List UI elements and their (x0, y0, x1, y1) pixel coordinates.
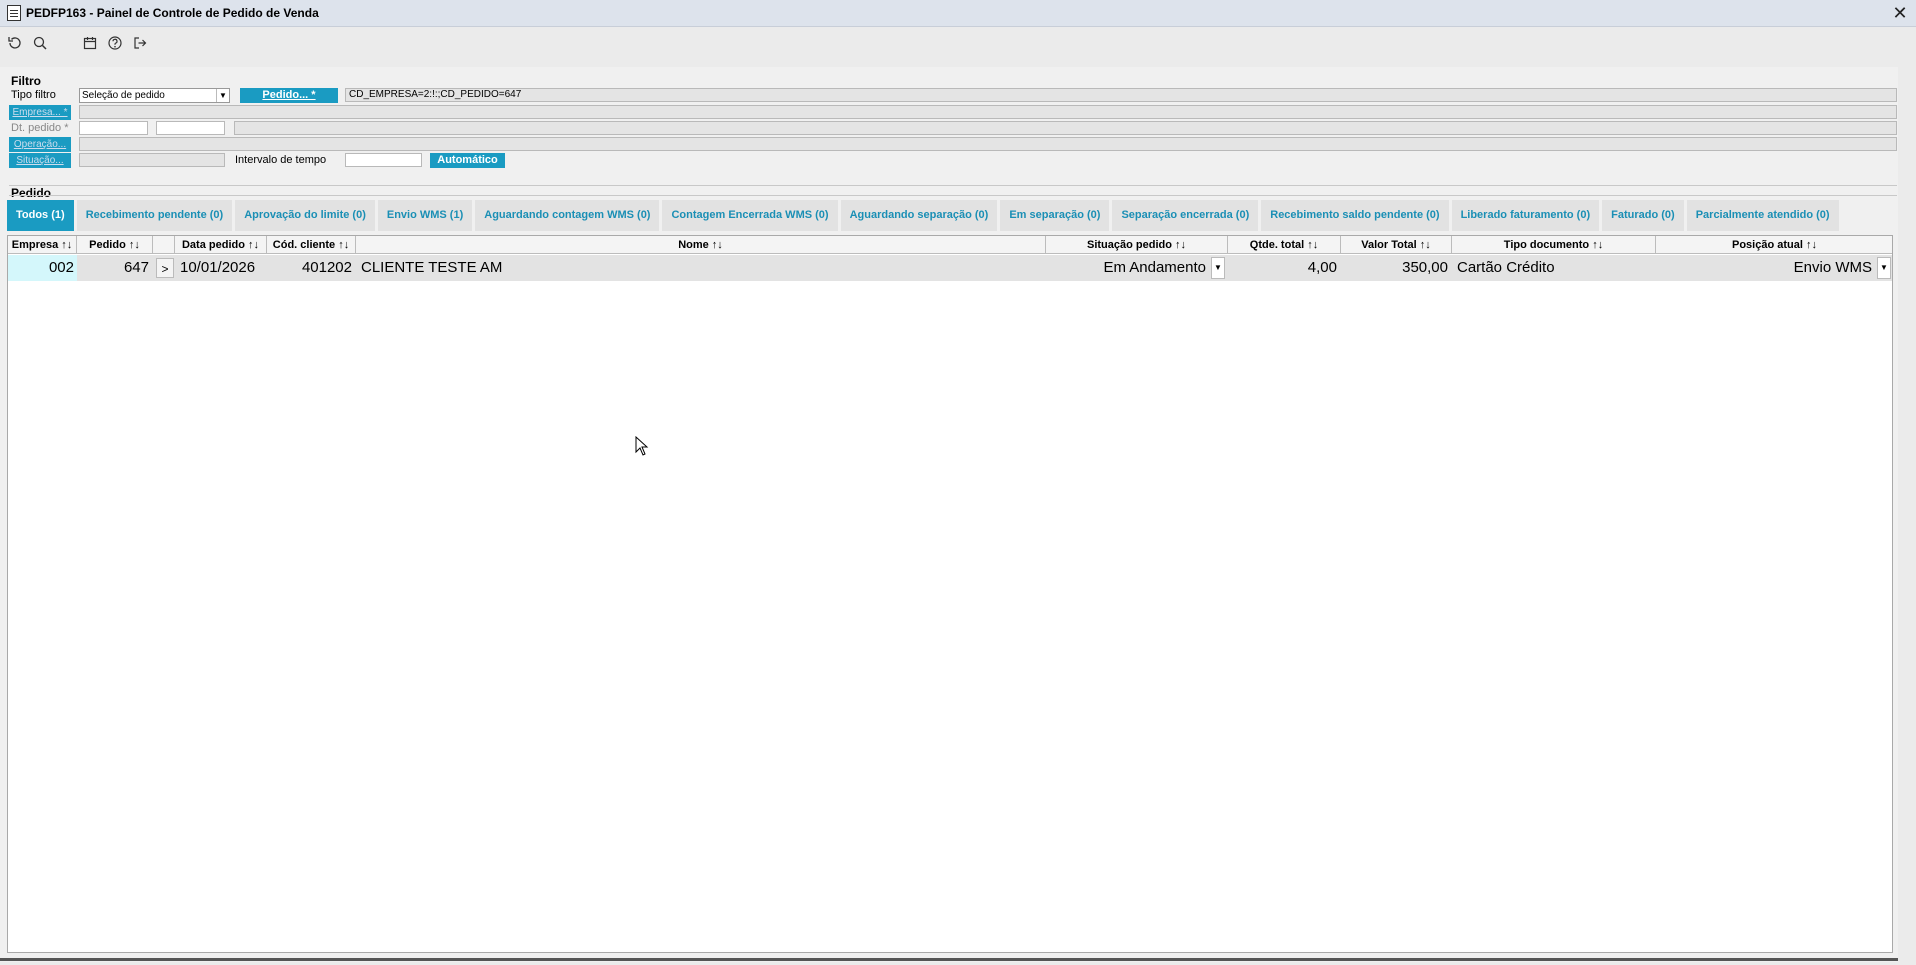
chevron-down-icon[interactable]: ▼ (216, 89, 229, 102)
intervalo-input[interactable] (345, 153, 422, 167)
mouse-cursor-icon (635, 436, 649, 456)
title-bar: PEDFP163 - Painel de Controle de Pedido … (0, 0, 1916, 27)
tab-aprovacao-limite[interactable]: Aprovação do limite (0) (235, 200, 375, 231)
help-icon[interactable] (106, 34, 124, 52)
dt-pedido-label: Dt. pedido * (11, 122, 69, 134)
column-header-data-pedido[interactable]: Data pedido ↑↓ (175, 236, 267, 254)
tab-recebimento-saldo-pendente[interactable]: Recebimento saldo pendente (0) (1261, 200, 1449, 231)
column-header-posicao-atual[interactable]: Posição atual ↑↓ (1656, 236, 1893, 254)
column-header-pedido[interactable]: Pedido ↑↓ (77, 236, 153, 254)
intervalo-label: Intervalo de tempo (235, 154, 327, 166)
tab-recebimento-pendente[interactable]: Recebimento pendente (0) (76, 200, 233, 231)
column-header-empresa[interactable]: Empresa ↑↓ (8, 236, 77, 254)
filter-section-label: Filtro (11, 74, 41, 88)
pedido-button[interactable]: Pedido... * (240, 88, 338, 103)
tab-aguardando-separacao[interactable]: Aguardando separação (0) (840, 200, 998, 231)
cell-valor-total[interactable]: 350,00 (1341, 255, 1452, 281)
operacao-button[interactable]: Operação... (9, 137, 71, 152)
close-button[interactable]: ✕ (1890, 3, 1910, 23)
window-title: PEDFP163 - Painel de Controle de Pedido … (26, 6, 319, 20)
table-row[interactable]: 002 647 > 10/01/2026 401202 CLIENTE TEST… (8, 255, 1892, 281)
cell-cod-cliente[interactable]: 401202 (267, 255, 356, 281)
pedido-filter-value: CD_EMPRESA=2:!:;CD_PEDIDO=647 (349, 89, 522, 100)
cell-empresa[interactable]: 002 (8, 255, 77, 281)
tipo-filtro-value: Seleção de pedido (82, 90, 165, 101)
cell-situacao[interactable]: Em Andamento (1046, 255, 1208, 281)
situacao-button[interactable]: Situação... (9, 153, 71, 168)
document-icon (7, 5, 21, 21)
empresa-button[interactable]: Empresa... * (9, 105, 71, 120)
column-header-situacao[interactable]: Situação pedido ↑↓ (1046, 236, 1228, 254)
cell-posicao-atual[interactable]: Envio WMS (1656, 255, 1874, 281)
dt-pedido-extra-field[interactable] (234, 121, 1897, 135)
tipo-filtro-label: Tipo filtro (11, 89, 56, 101)
column-header-tipo-documento[interactable]: Tipo documento ↑↓ (1452, 236, 1656, 254)
automatico-button[interactable]: Automático (430, 153, 505, 168)
tab-envio-wms[interactable]: Envio WMS (1) (377, 200, 473, 231)
dt-pedido-end-input[interactable] (156, 121, 225, 135)
column-header-qtde-total[interactable]: Qtde. total ↑↓ (1228, 236, 1341, 254)
situacao-dropdown-icon[interactable]: ▼ (1211, 257, 1225, 279)
exit-icon[interactable] (131, 34, 149, 52)
grid-header: Empresa ↑↓ Pedido ↑↓ Data pedido ↑↓ Cód.… (8, 236, 1892, 254)
tab-faturado[interactable]: Faturado (0) (1602, 200, 1684, 231)
dt-pedido-start-input[interactable] (79, 121, 148, 135)
cell-qtde-total[interactable]: 4,00 (1228, 255, 1341, 281)
operacao-field[interactable] (79, 137, 1897, 151)
tipo-filtro-select[interactable]: Seleção de pedido ▼ (79, 88, 230, 103)
cell-tipo-documento[interactable]: Cartão Crédito (1457, 255, 1656, 281)
column-header-nome[interactable]: Nome ↑↓ (356, 236, 1046, 254)
tab-parcialmente-atendido[interactable]: Parcialmente atendido (0) (1686, 200, 1839, 231)
orders-grid: Empresa ↑↓ Pedido ↑↓ Data pedido ↑↓ Cód.… (7, 235, 1893, 953)
toolbar (0, 28, 1916, 58)
cell-data-pedido[interactable]: 10/01/2026 (180, 255, 267, 281)
tab-em-separacao[interactable]: Em separação (0) (1000, 200, 1110, 231)
tab-separacao-encerrada[interactable]: Separação encerrada (0) (1112, 200, 1259, 231)
bottom-border (0, 958, 1898, 961)
expand-row-button[interactable]: > (156, 258, 174, 278)
column-header-cod-cliente[interactable]: Cód. cliente ↑↓ (267, 236, 356, 254)
cell-nome[interactable]: CLIENTE TESTE AM (361, 255, 1041, 281)
tab-contagem-encerrada-wms[interactable]: Contagem Encerrada WMS (0) (662, 200, 838, 231)
column-header-expand (153, 236, 175, 254)
tab-todos[interactable]: Todos (1) (7, 200, 74, 231)
filter-divider (9, 185, 1897, 186)
refresh-icon[interactable] (6, 34, 24, 52)
tab-aguardando-contagem-wms[interactable]: Aguardando contagem WMS (0) (475, 200, 660, 231)
search-icon[interactable] (31, 34, 49, 52)
status-tabs: Todos (1) Recebimento pendente (0) Aprov… (7, 200, 1842, 231)
calendar-icon[interactable] (81, 34, 99, 52)
tab-liberado-faturamento[interactable]: Liberado faturamento (0) (1451, 200, 1600, 231)
situacao-field[interactable] (79, 153, 225, 167)
posicao-dropdown-icon[interactable]: ▼ (1877, 257, 1891, 279)
column-header-valor-total[interactable]: Valor Total ↑↓ (1341, 236, 1452, 254)
pedido-section-label: Pedido (11, 186, 52, 200)
pedido-divider (9, 195, 1897, 196)
cell-pedido[interactable]: 647 (77, 255, 153, 281)
pedido-filter-field[interactable]: CD_EMPRESA=2:!:;CD_PEDIDO=647 (345, 88, 1897, 102)
empresa-field[interactable] (79, 105, 1897, 119)
